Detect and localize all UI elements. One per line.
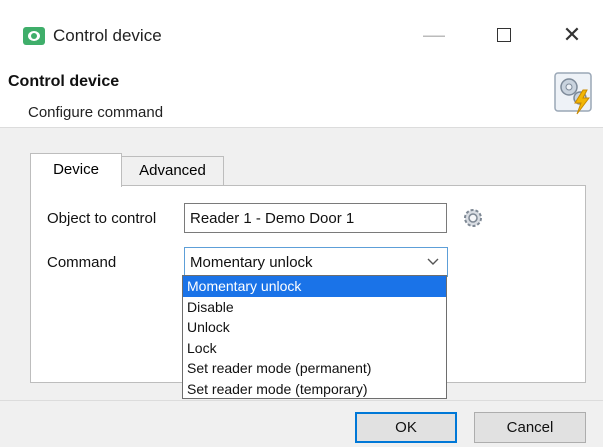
tab-device[interactable]: Device bbox=[30, 153, 122, 187]
minimize-button[interactable]: — bbox=[412, 18, 456, 52]
ok-button[interactable]: OK bbox=[355, 412, 457, 443]
command-select[interactable]: Momentary unlock bbox=[184, 247, 448, 277]
browse-gear-icon[interactable] bbox=[460, 205, 486, 231]
tab-advanced[interactable]: Advanced bbox=[122, 156, 224, 185]
control-device-dialog: Control device — ✕ Control device Config… bbox=[0, 0, 603, 447]
dropdown-option[interactable]: Set reader mode (temporary) bbox=[183, 379, 446, 400]
gear-lightning-icon bbox=[554, 72, 592, 115]
header-title: Control device bbox=[8, 73, 120, 90]
close-button[interactable]: ✕ bbox=[550, 18, 594, 52]
dropdown-option[interactable]: Disable bbox=[183, 297, 446, 318]
command-dropdown-list: Momentary unlock Disable Unlock Lock Set… bbox=[182, 275, 447, 399]
dropdown-option[interactable]: Lock bbox=[183, 338, 446, 359]
title-bar: Control device — ✕ bbox=[0, 0, 603, 70]
chevron-down-icon bbox=[427, 258, 439, 265]
dialog-header: Control device Configure command bbox=[0, 64, 603, 128]
object-to-control-field[interactable]: Reader 1 - Demo Door 1 bbox=[184, 203, 447, 233]
command-label: Command bbox=[47, 254, 117, 271]
dropdown-option[interactable]: Unlock bbox=[183, 317, 446, 338]
app-eye-icon bbox=[23, 27, 45, 45]
header-subtitle: Configure command bbox=[28, 104, 164, 121]
dropdown-option[interactable]: Momentary unlock bbox=[183, 276, 446, 297]
maximize-icon bbox=[497, 28, 511, 42]
command-select-value: Momentary unlock bbox=[190, 254, 313, 271]
dialog-footer: OK Cancel bbox=[0, 400, 603, 447]
object-to-control-label: Object to control bbox=[47, 210, 157, 227]
cancel-button[interactable]: Cancel bbox=[474, 412, 586, 443]
dropdown-option[interactable]: Set reader mode (permanent) bbox=[183, 358, 446, 379]
maximize-button[interactable] bbox=[482, 18, 526, 52]
window-title: Control device bbox=[53, 26, 162, 45]
